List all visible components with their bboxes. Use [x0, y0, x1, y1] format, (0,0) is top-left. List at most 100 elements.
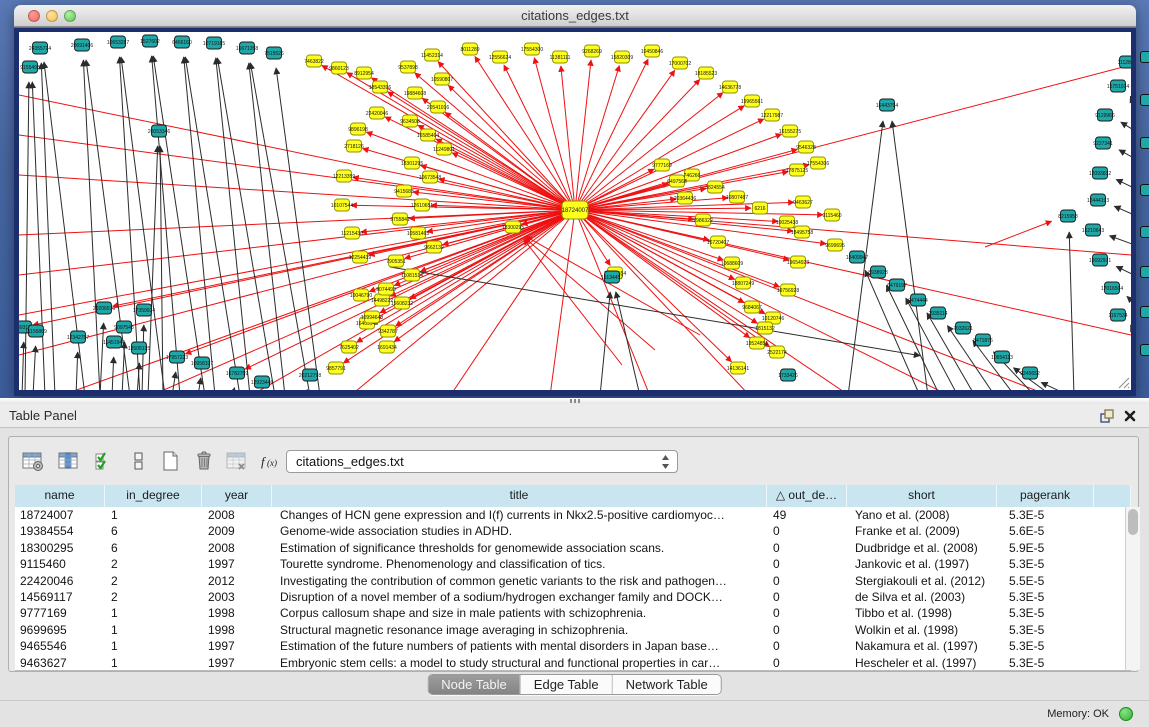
resize-grip-icon[interactable] — [1116, 375, 1130, 389]
graph-node[interactable] — [1140, 344, 1149, 356]
table-cell[interactable]: 19384554 — [15, 523, 105, 539]
graph-node[interactable]: 14636778 — [719, 81, 741, 93]
graph-node[interactable]: 9857791 — [326, 362, 346, 374]
table-cell[interactable]: Franke et al. (2009) — [847, 523, 997, 539]
graph-node[interactable]: 17957223 — [166, 351, 188, 363]
graph-node[interactable]: 9415683 — [394, 185, 414, 197]
table-cell[interactable]: Tourette syndrome. Phenomenology and cla… — [272, 556, 767, 572]
graph-node[interactable]: 12923446 — [251, 376, 273, 388]
graph-node[interactable] — [1140, 51, 1149, 63]
graph-node[interactable]: 9699695 — [825, 239, 845, 251]
graph-node[interactable]: 2935114 — [928, 307, 947, 319]
table-row[interactable]: 1456911722003Disruption of a novel membe… — [15, 589, 1131, 605]
graph-node[interactable]: 18543396 — [369, 81, 391, 93]
graph-node[interactable]: 9755841 — [390, 213, 410, 225]
table-cell[interactable]: Corpus callosum shape and size in male p… — [272, 605, 767, 621]
graph-node[interactable]: 15751074 — [1107, 80, 1129, 92]
graph-node[interactable]: 6479197 — [887, 279, 907, 291]
table-row[interactable]: 911546021997Tourette syndrome. Phenomeno… — [15, 556, 1131, 572]
network-canvas[interactable]: 7463822986012389129541854339622420046989… — [14, 28, 1136, 396]
tab-edge-table[interactable]: Edge Table — [521, 675, 613, 694]
table-cell[interactable]: Investigating the contribution of common… — [272, 573, 767, 589]
table-cell[interactable]: Dudbridge et al. (2008) — [847, 540, 997, 556]
table-cell[interactable]: 5.3E-5 — [997, 655, 1094, 671]
table-cell[interactable]: Estimation of the future numbers of pati… — [272, 638, 767, 654]
table-cell[interactable]: Tibbo et al. (1998) — [847, 605, 997, 621]
graph-node[interactable]: 17554306 — [807, 157, 829, 169]
graph-node[interactable]: 10107544 — [331, 199, 353, 211]
graph-node[interactable]: 10046790 — [350, 289, 372, 301]
table-cell[interactable]: 5.3E-5 — [997, 622, 1094, 638]
table-cell[interactable]: 1 — [105, 622, 202, 638]
graph-node[interactable]: 15820309 — [611, 51, 633, 63]
graph-node[interactable]: 20691406 — [71, 39, 93, 51]
graph-node[interactable]: 16210643 — [1082, 224, 1104, 236]
column-header-pagerank[interactable]: pagerank — [997, 485, 1094, 507]
graph-node[interactable]: 7986322 — [693, 214, 713, 226]
table-cell[interactable]: 9465546 — [15, 638, 105, 654]
table-cell[interactable]: 5.3E-5 — [997, 605, 1094, 621]
table-cell[interactable]: 2012 — [202, 573, 272, 589]
table-cell[interactable]: 1997 — [202, 655, 272, 671]
graph-node[interactable]: 15692971 — [1089, 254, 1111, 266]
graph-node[interactable] — [1140, 94, 1149, 106]
graph-node[interactable]: 12444193 — [1087, 194, 1109, 206]
graph-node[interactable]: 17016504 — [1101, 282, 1123, 294]
table-cell[interactable]: 0 — [767, 638, 847, 654]
table-cell[interactable]: 9699695 — [15, 622, 105, 638]
table-row[interactable]: 969969511998Structural magnetic resonanc… — [15, 622, 1131, 638]
graph-node[interactable]: 17554300 — [521, 43, 543, 55]
table-row[interactable]: 946554611997Estimation of the future num… — [15, 638, 1131, 654]
graph-node[interactable]: 9129966 — [1095, 109, 1115, 121]
table-cell[interactable]: 1 — [105, 507, 202, 523]
graph-node[interactable]: 16720407 — [707, 236, 729, 248]
graph-node[interactable]: 7463822 — [304, 55, 324, 67]
table-cell[interactable]: 1998 — [202, 605, 272, 621]
float-panel-icon[interactable] — [1099, 408, 1115, 424]
table-cell[interactable]: 1997 — [202, 638, 272, 654]
graph-node[interactable]: 7032621 — [953, 322, 973, 334]
column-header-year[interactable]: year — [202, 485, 272, 507]
table-cell[interactable]: 0 — [767, 589, 847, 605]
table-row[interactable]: 1830029562008Estimation of significance … — [15, 540, 1131, 556]
table-cell[interactable]: 2 — [105, 573, 202, 589]
divider-handle-icon[interactable] — [570, 399, 582, 403]
graph-node[interactable]: 14136141 — [727, 362, 749, 374]
graph-node[interactable]: 1527602 — [140, 35, 160, 47]
table-cell[interactable]: 9777169 — [15, 605, 105, 621]
table-cell[interactable]: 0 — [767, 540, 847, 556]
graph-node[interactable]: 7515526 — [264, 47, 284, 59]
table-cell[interactable]: 1 — [105, 638, 202, 654]
table-cell[interactable]: 5.5E-5 — [997, 573, 1094, 589]
table-cell[interactable]: 0 — [767, 622, 847, 638]
table-cell[interactable]: de Silva et al. (2003) — [847, 589, 997, 605]
graph-node[interactable]: 6466160 — [172, 36, 192, 48]
table-cell[interactable]: 49 — [767, 507, 847, 523]
graph-node[interactable]: 9227341 — [1093, 137, 1113, 149]
graph-node[interactable]: 11081514 — [401, 269, 423, 281]
table-cell[interactable]: 0 — [767, 605, 847, 621]
graph-node[interactable]: 9074493 — [376, 283, 396, 295]
graph-node[interactable]: 10653287 — [107, 36, 129, 48]
table-cell[interactable]: Disruption of a novel member of a sodium… — [272, 589, 767, 605]
graph-node[interactable]: 7625402 — [339, 341, 359, 353]
graph-node[interactable]: 20206576 — [93, 302, 115, 314]
table-cell[interactable]: 5.3E-5 — [997, 507, 1094, 523]
graph-node[interactable]: 9684067 — [742, 301, 762, 313]
table-cell[interactable]: Yano et al. (2008) — [847, 507, 997, 523]
window-titlebar[interactable]: citations_edges.txt — [14, 5, 1136, 27]
graph-node[interactable]: 11451944 — [103, 336, 125, 348]
graph-node[interactable]: 18495758 — [791, 226, 813, 238]
table-row[interactable]: 977716911998Corpus callosum shape and si… — [15, 605, 1131, 621]
column-header-name[interactable]: name — [15, 485, 105, 507]
table-cell[interactable]: Embryonic stem cells: a model to study s… — [272, 655, 767, 671]
merge-rows-icon[interactable] — [123, 447, 153, 477]
table-cell[interactable]: 2009 — [202, 523, 272, 539]
graph-node[interactable]: 10025438 — [776, 216, 798, 228]
table-cell[interactable]: 2 — [105, 556, 202, 572]
table-row[interactable]: 2242004622012Investigating the contribut… — [15, 573, 1131, 589]
table-cell[interactable]: Jankovic et al. (1997) — [847, 556, 997, 572]
graph-node[interactable]: 10450846 — [641, 45, 663, 57]
show-columns-icon[interactable] — [53, 447, 83, 477]
column-header-short[interactable]: short — [847, 485, 997, 507]
